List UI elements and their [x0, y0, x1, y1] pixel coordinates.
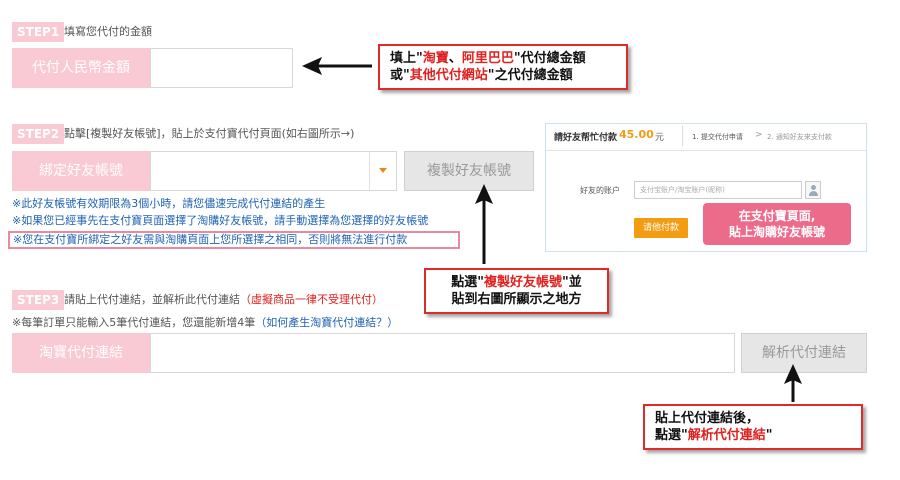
annotation-arrows [302, 57, 802, 402]
